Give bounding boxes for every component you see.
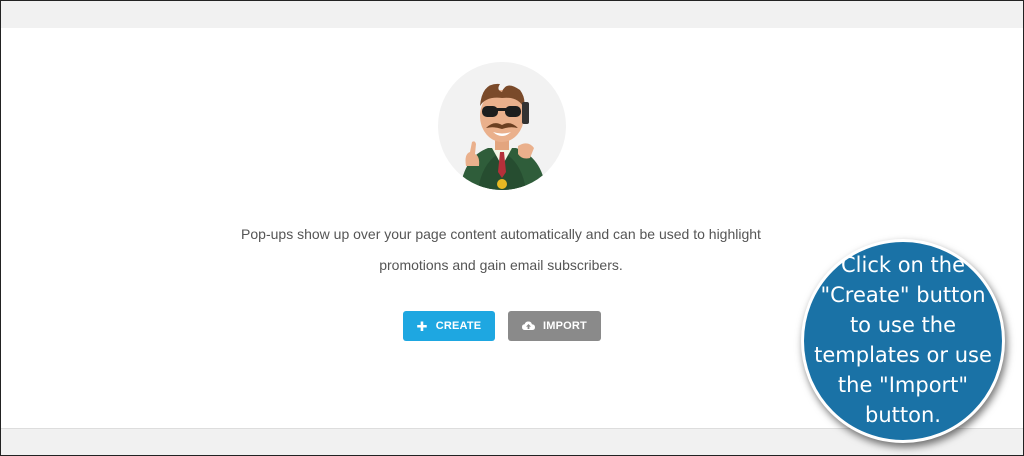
callout-line: "Create" button — [820, 283, 986, 307]
callout-line: button. — [865, 403, 941, 427]
plus-icon: ✚ — [416, 318, 428, 334]
create-button-label: CREATE — [435, 320, 482, 332]
import-button-label: IMPORT — [543, 320, 587, 332]
description-line-1: Pop-ups show up over your page content a… — [241, 226, 761, 242]
empty-state-description: Pop-ups show up over your page content a… — [201, 219, 801, 281]
callout-line: templates or use — [814, 343, 992, 367]
callout-text: Click on the "Create" button to use the … — [808, 250, 998, 430]
import-button[interactable]: IMPORT — [508, 311, 601, 341]
mascot-illustration — [438, 62, 566, 190]
mascot-image — [460, 83, 546, 190]
callout-line: Click on the — [840, 253, 965, 277]
callout-line: the "Import" — [837, 373, 969, 397]
instruction-callout: Click on the "Create" button to use the … — [801, 239, 1005, 443]
description-line-2: promotions and gain email subscribers. — [379, 257, 623, 273]
create-button[interactable]: ✚ CREATE — [403, 311, 495, 341]
cloud-upload-icon — [522, 320, 535, 333]
screenshot-frame: Pop-ups show up over your page content a… — [0, 0, 1024, 456]
top-bar — [1, 1, 1023, 28]
callout-line: to use the — [849, 313, 957, 337]
